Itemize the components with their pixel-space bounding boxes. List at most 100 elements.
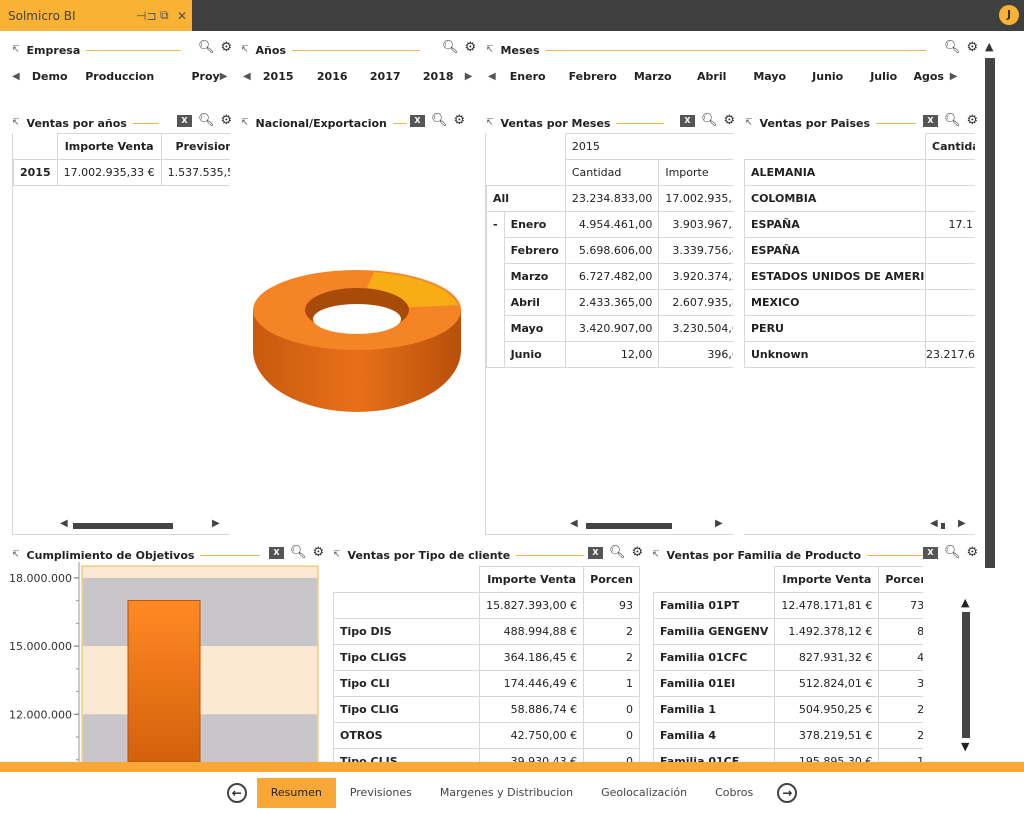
tab-geolocalizacion[interactable]: Geolocalización (587, 778, 701, 808)
excel-icon[interactable]: X (177, 114, 192, 127)
expand-icon[interactable]: ↸ (652, 550, 660, 560)
expand-icon[interactable]: ↸ (486, 118, 494, 128)
scroll-right-icon[interactable]: ▶ (465, 71, 473, 82)
row-label[interactable]: All (486, 185, 566, 212)
slicer-item[interactable]: Abril (680, 70, 744, 83)
slicer-item[interactable]: Produccion (80, 70, 160, 83)
tab-previsiones[interactable]: Previsiones (336, 778, 426, 808)
app-tab[interactable]: Solmicro BI ⊣⊐ ⧉ ✕ (0, 0, 192, 31)
slicer-item[interactable]: Demo (20, 70, 80, 83)
gear-icon[interactable]: ⚙ (967, 40, 979, 55)
familia-vertical-scrollbar[interactable]: ▲ ▼ (960, 596, 972, 756)
gear-icon[interactable]: ⚙ (632, 545, 644, 560)
scroll-up-icon[interactable]: ▲ (961, 596, 969, 609)
slicer-item[interactable]: Marzo (626, 70, 680, 83)
gear-icon[interactable]: ⚙ (221, 40, 233, 55)
excel-icon[interactable]: X (680, 114, 695, 127)
gear-icon[interactable]: ⚙ (967, 113, 979, 128)
scroll-up-icon[interactable]: ▲ (985, 40, 993, 53)
zoom-icon[interactable]: 🔍︎ (701, 113, 718, 128)
expand-icon[interactable]: ↸ (12, 550, 20, 560)
slicer-item[interactable]: Febrero (560, 70, 626, 83)
scroll-left-icon[interactable]: ◀ (930, 518, 938, 529)
scroll-right-icon[interactable]: ▶ (950, 71, 958, 82)
zoom-icon[interactable]: 🔍︎ (290, 545, 307, 560)
column-header[interactable]: Cantidad (564, 159, 660, 186)
zoom-icon[interactable]: 🔍︎ (944, 545, 961, 560)
bar[interactable] (127, 600, 201, 762)
zoom-icon[interactable]: 🔍︎ (944, 40, 961, 55)
tab-margenes[interactable]: Margenes y Distribucion (426, 778, 587, 808)
column-header[interactable]: Importe Venta (56, 133, 162, 160)
slicer-item[interactable]: Agos (908, 70, 950, 83)
next-page-button[interactable]: → (777, 783, 798, 803)
horizontal-scrollbar[interactable]: ◀ ▶ (930, 518, 972, 530)
scroll-left-icon[interactable]: ◀ (570, 518, 578, 529)
column-header[interactable]: Cantida (925, 133, 975, 160)
slicer-item[interactable]: 2017 (359, 70, 412, 83)
scroll-right-icon[interactable]: ▶ (715, 518, 723, 529)
zoom-icon[interactable]: 🔍︎ (609, 545, 626, 560)
expand-icon[interactable]: ↸ (12, 45, 20, 55)
scroll-thumb[interactable] (962, 612, 970, 738)
pin-icon[interactable]: ⊣⊐ (136, 9, 157, 23)
slicer-item[interactable]: Julio (860, 70, 908, 83)
expand-icon[interactable]: ↸ (486, 45, 494, 55)
slicer-item[interactable]: Enero (496, 70, 560, 83)
slicer-item[interactable]: Proy (160, 70, 219, 83)
gear-icon[interactable]: ⚙ (221, 113, 233, 128)
slicer-item[interactable]: Mayo (744, 70, 796, 83)
column-header[interactable]: Importe Venta (774, 566, 880, 593)
collapse-toggle[interactable]: - (486, 211, 505, 368)
slicer-item[interactable]: 2018 (412, 70, 465, 83)
close-icon[interactable]: ✕ (177, 9, 187, 23)
scroll-left-icon[interactable]: ◀ (60, 518, 68, 529)
excel-icon[interactable]: X (923, 546, 938, 559)
expand-icon[interactable]: ↸ (333, 550, 341, 560)
scroll-left-icon[interactable]: ◀ (12, 71, 20, 82)
avatar[interactable]: J (999, 5, 1019, 25)
scroll-thumb[interactable] (586, 523, 672, 529)
float-window-icon[interactable]: ⧉ (160, 8, 169, 23)
column-header[interactable]: Porcen (583, 566, 640, 593)
expand-icon[interactable]: ↸ (241, 45, 249, 55)
zoom-icon[interactable]: 🔍︎ (442, 40, 459, 55)
zoom-icon[interactable]: 🔍︎ (944, 113, 961, 128)
horizontal-scrollbar[interactable]: ◀ ▶ (60, 518, 225, 530)
slicer-item[interactable]: 2015 (251, 70, 306, 83)
excel-icon[interactable]: X (588, 546, 603, 559)
gear-icon[interactable]: ⚙ (465, 40, 477, 55)
excel-icon[interactable]: X (269, 546, 284, 559)
expand-icon[interactable]: ↸ (241, 118, 249, 128)
gear-icon[interactable]: ⚙ (724, 113, 736, 128)
scroll-left-icon[interactable]: ◀ (488, 71, 496, 82)
zoom-icon[interactable]: 🔍︎ (198, 113, 215, 128)
gear-icon[interactable]: ⚙ (454, 113, 466, 128)
scroll-right-icon[interactable]: ▶ (220, 71, 228, 82)
expand-icon[interactable]: ↸ (745, 118, 753, 128)
gear-icon[interactable]: ⚙ (967, 545, 979, 560)
scroll-thumb[interactable] (985, 58, 995, 568)
excel-icon[interactable]: X (923, 114, 938, 127)
scroll-right-icon[interactable]: ▶ (212, 518, 220, 529)
year-header[interactable]: 2015 (564, 133, 733, 160)
scroll-thumb[interactable] (73, 523, 173, 529)
previous-page-button[interactable]: ← (226, 783, 247, 803)
scroll-left-icon[interactable]: ◀ (243, 71, 251, 82)
expand-icon[interactable]: ↸ (12, 118, 20, 128)
column-header[interactable]: Importe (658, 159, 733, 186)
column-header[interactable]: Importe Venta (479, 566, 585, 593)
zoom-icon[interactable]: 🔍︎ (198, 40, 215, 55)
tab-resumen[interactable]: Resumen (256, 778, 336, 808)
slicer-item[interactable]: 2016 (306, 70, 359, 83)
scroll-thumb[interactable] (941, 523, 945, 529)
zoom-icon[interactable]: 🔍︎ (431, 113, 448, 128)
column-header[interactable]: Prevision (160, 133, 230, 160)
horizontal-scrollbar[interactable]: ◀ ▶ (570, 518, 730, 530)
page-vertical-scrollbar[interactable]: ▲ (985, 40, 995, 570)
excel-icon[interactable]: X (410, 114, 425, 127)
tab-cobros[interactable]: Cobros (701, 778, 767, 808)
gear-icon[interactable]: ⚙ (313, 545, 325, 560)
slicer-item[interactable]: Junio (796, 70, 860, 83)
scroll-right-icon[interactable]: ▶ (958, 518, 966, 529)
